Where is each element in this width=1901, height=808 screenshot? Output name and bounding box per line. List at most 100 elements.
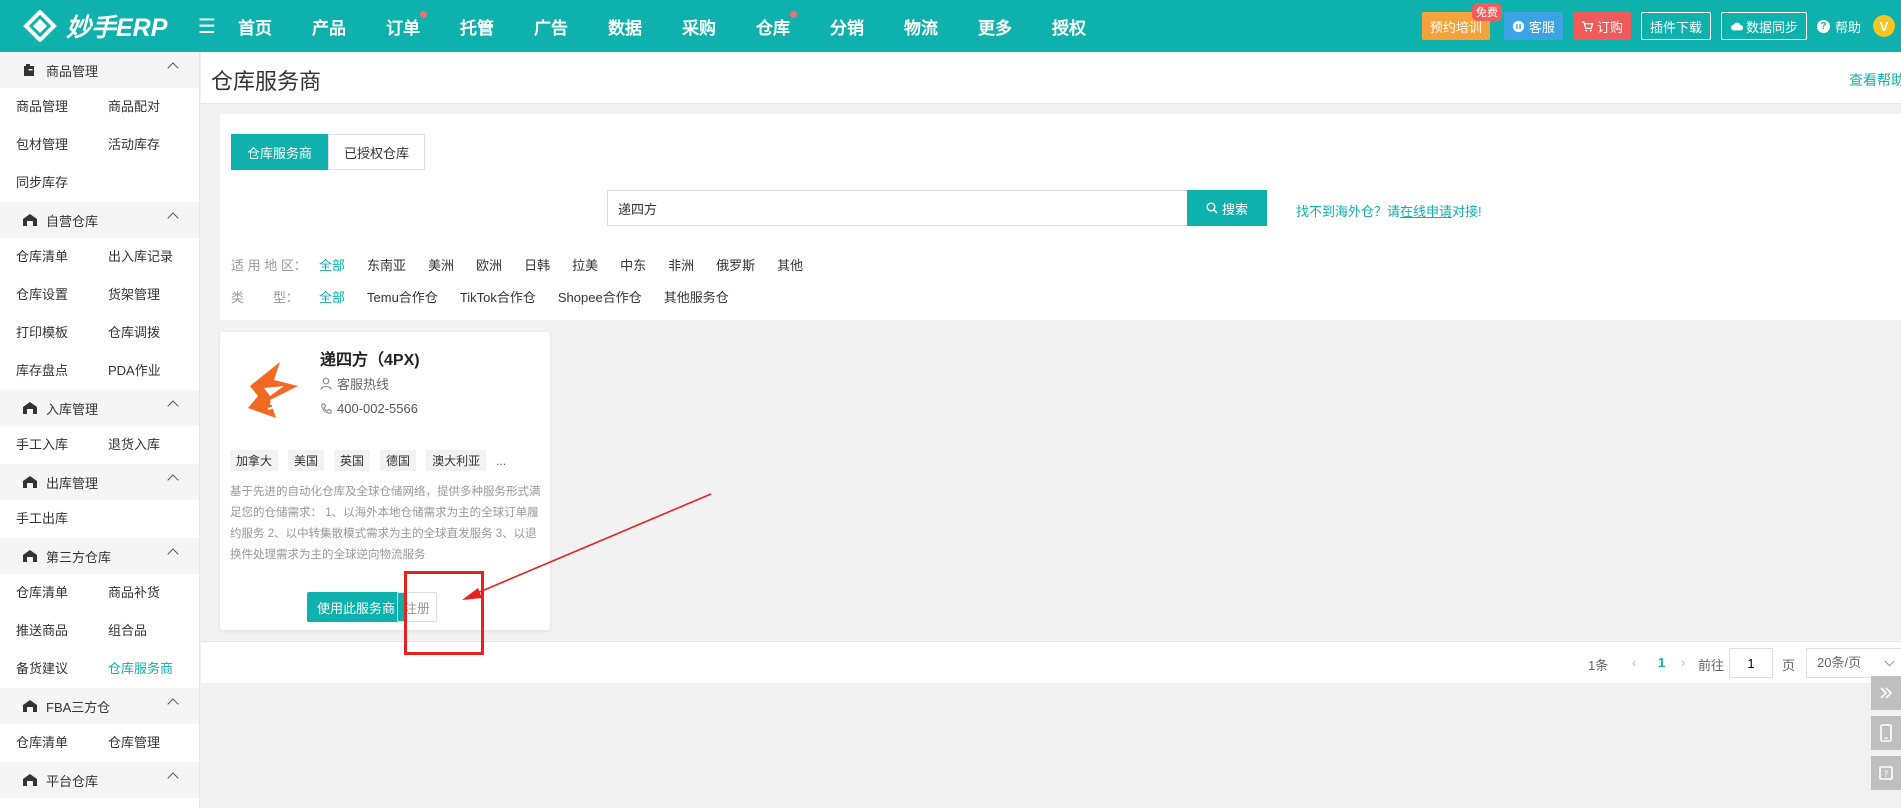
sidebar-item[interactable]: 出入库记录 — [108, 238, 199, 276]
sidebar-item[interactable]: 仓库设置 — [16, 276, 108, 314]
sidebar-group-header[interactable]: 自营仓库 — [0, 202, 199, 238]
region-tag: 加拿大 — [230, 450, 279, 471]
page-size-select[interactable]: 20条/页 — [1806, 648, 1901, 678]
goto-label: 前往 — [1698, 658, 1725, 673]
help-button[interactable]: ? 帮助 — [1816, 17, 1861, 36]
sidebar-item[interactable]: 仓库清单 — [16, 574, 108, 612]
chevron-up-icon[interactable] — [167, 474, 179, 486]
sidebar-group-header[interactable]: FBA三方仓 — [0, 688, 199, 724]
sidebar-item[interactable]: 商品补货 — [108, 574, 199, 612]
nav-item[interactable]: 采购 — [682, 14, 716, 39]
nav-item[interactable]: 订单 — [386, 10, 427, 39]
nav-item-label: 授权 — [1052, 18, 1086, 38]
filter-option[interactable]: 拉美 — [572, 255, 598, 274]
use-provider-button[interactable]: 使用此服务商 — [307, 592, 406, 622]
mobile-button[interactable] — [1871, 716, 1901, 750]
4px-logo — [248, 362, 298, 418]
training-button[interactable]: 预约培训 免费 — [1421, 3, 1502, 40]
sidebar-item[interactable]: 推送商品 — [16, 612, 108, 650]
sidebar-item[interactable]: 仓库调拨 — [108, 314, 199, 352]
chevron-up-icon[interactable] — [167, 698, 179, 710]
total-count: 1条 — [1588, 658, 1609, 673]
hotline-label: 客服热线 — [337, 377, 390, 392]
plugin-download-button[interactable]: 插件下载 — [1640, 12, 1711, 40]
nav-item[interactable]: 授权 — [1052, 14, 1086, 39]
page-number[interactable]: 1 — [1658, 655, 1665, 670]
sidebar-item[interactable]: 商品配对 — [108, 88, 199, 126]
page-unit-label: 页 — [1782, 658, 1796, 673]
filter-option[interactable]: 美洲 — [428, 255, 454, 274]
filter-option[interactable]: 全部 — [319, 255, 345, 274]
sidebar-item[interactable]: 包材管理 — [16, 126, 108, 164]
nav-item[interactable]: 首页 — [238, 14, 272, 39]
filter-option[interactable]: 其他 — [777, 255, 803, 274]
next-page-icon[interactable]: › — [1681, 655, 1685, 670]
sidebar-item[interactable]: 仓库管理 — [108, 724, 199, 762]
view-help-link[interactable]: 查看帮助 — [1849, 70, 1901, 90]
more-tags[interactable]: ... — [496, 454, 506, 468]
sidebar-item[interactable]: 手工入库 — [16, 426, 108, 464]
nav-item[interactable]: 更多 — [978, 14, 1012, 39]
sidebar-item[interactable]: 活动库存 — [108, 126, 199, 164]
tab-authorized-warehouses[interactable]: 已授权仓库 — [328, 134, 426, 170]
sidebar-item[interactable]: 同步库存 — [16, 164, 108, 202]
chevron-up-icon[interactable] — [167, 400, 179, 412]
menu-toggle-icon[interactable]: ☰ — [198, 14, 228, 39]
sidebar-item[interactable]: 库存盘点 — [16, 352, 108, 390]
sidebar-group-items: 手工入库 退货入库 — [0, 426, 199, 464]
register-button[interactable]: 注册 — [397, 592, 437, 622]
nav-item[interactable]: 物流 — [904, 14, 938, 39]
tab-warehouse-providers[interactable]: 仓库服务商 — [231, 134, 329, 170]
sidebar-item[interactable]: 仓库清单 — [16, 238, 108, 276]
sidebar-item[interactable]: 仓库清单 — [16, 724, 108, 762]
filter-option[interactable]: 中东 — [620, 255, 646, 274]
sidebar-item[interactable]: 手工出库 — [16, 500, 108, 538]
filter-option[interactable]: 全部 — [319, 287, 345, 306]
sidebar-item[interactable]: 仓库服务商 — [108, 650, 199, 688]
provider-search-input[interactable] — [607, 190, 1187, 226]
nav-item[interactable]: 产品 — [312, 14, 346, 39]
nav-item[interactable]: 托管 — [460, 14, 494, 39]
page-size-value: 20条/页 — [1817, 655, 1862, 670]
brand-logo[interactable]: 妙手ERP — [20, 8, 180, 44]
filter-option[interactable]: 俄罗斯 — [716, 255, 755, 274]
sidebar-group-header[interactable]: 商品管理 — [0, 52, 199, 88]
filter-option[interactable]: 非洲 — [668, 255, 694, 274]
prev-page-icon[interactable]: ‹ — [1632, 655, 1636, 670]
order-button[interactable]: 订购 — [1572, 12, 1631, 40]
sidebar-item[interactable]: 商品管理 — [16, 88, 108, 126]
filter-option[interactable]: Shopee合作仓 — [558, 287, 642, 306]
sidebar-item[interactable]: PDA作业 — [108, 352, 199, 390]
sidebar-group-header[interactable]: 平台仓库 — [0, 762, 199, 798]
chevron-up-icon[interactable] — [167, 212, 179, 224]
sidebar-group-header[interactable]: 出库管理 — [0, 464, 199, 500]
chevron-up-icon[interactable] — [167, 772, 179, 784]
sidebar-item[interactable]: 货架管理 — [108, 276, 199, 314]
nav-item[interactable]: 数据 — [608, 14, 642, 39]
filter-option[interactable]: 日韩 — [524, 255, 550, 274]
feedback-button[interactable]: ? — [1871, 756, 1901, 790]
filter-option[interactable]: 东南亚 — [367, 255, 406, 274]
chevron-up-icon[interactable] — [167, 62, 179, 74]
data-sync-button[interactable]: 数据同步 — [1720, 12, 1807, 40]
expand-panel-button[interactable] — [1871, 676, 1901, 710]
nav-item[interactable]: 广告 — [534, 14, 568, 39]
nav-item[interactable]: 分销 — [830, 14, 864, 39]
apply-online-link[interactable]: 在线申请 — [1400, 204, 1452, 219]
sidebar-item[interactable]: 备货建议 — [16, 650, 108, 688]
goto-page-input[interactable] — [1729, 648, 1773, 678]
nav-item[interactable]: 仓库 — [756, 10, 797, 39]
sidebar-item[interactable]: 打印模板 — [16, 314, 108, 352]
sidebar-group-header[interactable]: 入库管理 — [0, 390, 199, 426]
sidebar-group-header[interactable]: 第三方仓库 — [0, 538, 199, 574]
filter-option[interactable]: TikTok合作仓 — [460, 287, 536, 306]
vip-avatar[interactable]: V — [1873, 15, 1895, 37]
filter-option[interactable]: 其他服务仓 — [664, 287, 729, 306]
search-button[interactable]: 搜索 — [1187, 190, 1267, 226]
sidebar-item[interactable]: 退货入库 — [108, 426, 199, 464]
sidebar-item[interactable]: 组合品 — [108, 612, 199, 650]
customer-service-button[interactable]: 客服 — [1503, 12, 1563, 40]
chevron-up-icon[interactable] — [167, 548, 179, 560]
filter-option[interactable]: Temu合作仓 — [367, 287, 438, 306]
filter-option[interactable]: 欧洲 — [476, 255, 502, 274]
